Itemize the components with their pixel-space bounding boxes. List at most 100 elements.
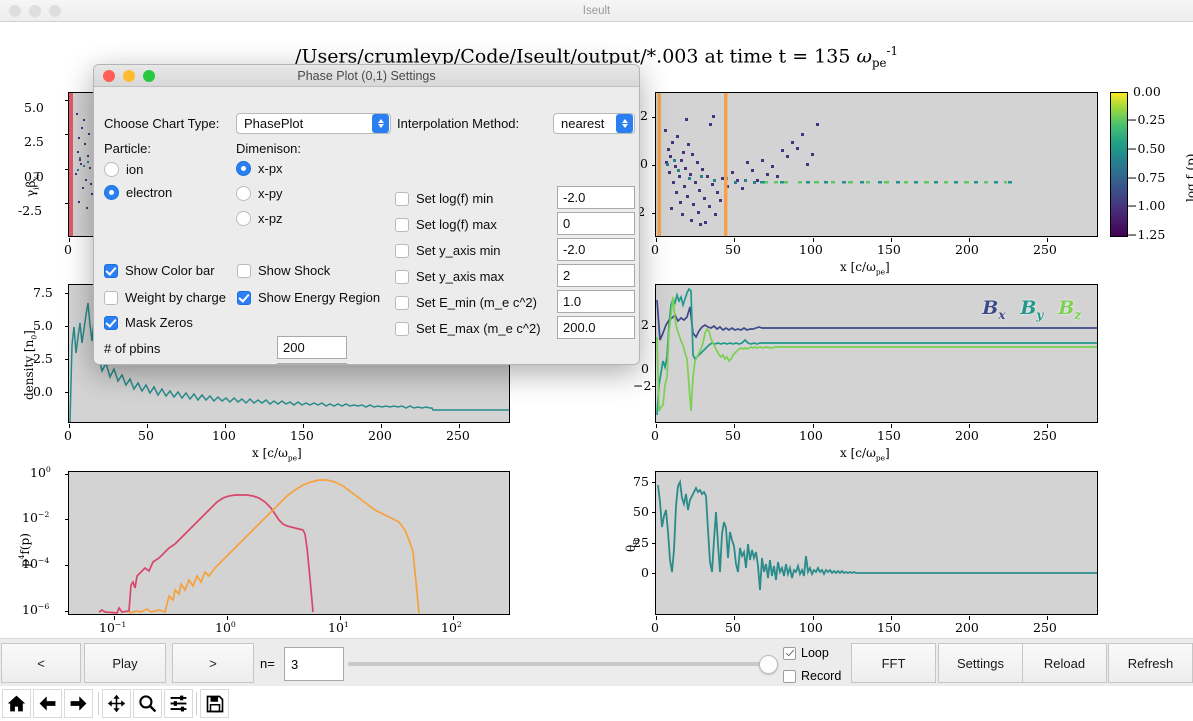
- label-show-shock: Show Shock: [258, 263, 331, 278]
- chevron-updown-icon[interactable]: [372, 114, 389, 133]
- check-yaxis-max[interactable]: Set y_axis max: [395, 269, 504, 284]
- spectrum-lines: [98, 479, 420, 614]
- matplotlib-nav-toolbar: x=86.4908 y=-8.99306 []: [0, 686, 1193, 721]
- ion-ytick-1: 2.5: [24, 134, 44, 149]
- zoom-button[interactable]: [133, 689, 162, 718]
- checkbox-yaxis-max: [395, 269, 409, 284]
- value-pbins: 200: [283, 340, 305, 355]
- value-yaxis-min: -2.0: [563, 242, 586, 257]
- checkbox-mask-zeros: [104, 315, 118, 330]
- pan-button[interactable]: [102, 689, 131, 718]
- check-show-energy-region[interactable]: Show Energy Region: [237, 290, 380, 305]
- check-emax[interactable]: Set E_max (m_e c^2): [395, 321, 541, 336]
- check-record[interactable]: Record: [783, 669, 841, 683]
- density-xlabel: x [c/ωpe]: [252, 446, 302, 463]
- label-yaxis-max: Set y_axis max: [416, 269, 505, 284]
- input-logf-max[interactable]: 0: [557, 212, 635, 235]
- radio-dot-x-px: [236, 161, 251, 176]
- label-logf-max: Set log(f) max: [416, 217, 497, 232]
- chevron-updown-icon-2[interactable]: [616, 114, 633, 133]
- input-yaxis-min[interactable]: -2.0: [557, 238, 635, 261]
- check-yaxis-min[interactable]: Set y_axis min: [395, 243, 501, 258]
- chart-type-select[interactable]: PhasePlot: [236, 113, 391, 134]
- check-show-color-bar[interactable]: Show Color bar: [104, 263, 215, 278]
- value-logf-min: -2.0: [563, 190, 586, 205]
- fft-button[interactable]: FFT: [851, 643, 936, 683]
- spectrum-ytick-1: 10−2: [22, 510, 50, 526]
- panel-spectrum[interactable]: [65, 471, 510, 620]
- panel-theta-b[interactable]: [652, 471, 1098, 620]
- check-show-shock[interactable]: Show Shock: [237, 263, 330, 278]
- check-weight-by-charge[interactable]: Weight by charge: [104, 290, 226, 305]
- radio-dim-x-pz[interactable]: x-pz: [236, 211, 283, 226]
- radio-particle-electron[interactable]: electron: [104, 185, 172, 200]
- check-emin[interactable]: Set E_min (m_e c^2): [395, 295, 537, 310]
- search-icon: [139, 695, 157, 713]
- label-yaxis-min: Set y_axis min: [416, 243, 501, 258]
- radio-label-x-py: x-py: [258, 186, 283, 201]
- interp-select[interactable]: nearest: [553, 113, 635, 134]
- radio-dim-x-px[interactable]: x-px: [236, 161, 283, 176]
- figure-title-omega: ω: [856, 45, 872, 68]
- radio-label-x-pz: x-pz: [258, 211, 283, 226]
- ephase-xtick-3: 150: [877, 242, 901, 257]
- refresh-button[interactable]: Refresh: [1108, 643, 1193, 683]
- input-emax[interactable]: 200.0: [557, 316, 635, 339]
- thetab-ytick-0: 75: [633, 474, 649, 489]
- prev-button[interactable]: <: [1, 643, 81, 683]
- density-ylabel: density [n0]: [22, 330, 39, 400]
- check-loop[interactable]: Loop: [783, 646, 829, 660]
- input-pbins[interactable]: 200: [277, 336, 347, 359]
- dialog-body: Choose Chart Type: PhasePlot Interpolati…: [94, 87, 639, 364]
- cbar-tick-1: −0.25: [1127, 112, 1166, 127]
- settings-button[interactable]: Settings: [938, 643, 1023, 683]
- bfield-legend: Bx By Bz: [982, 297, 1081, 322]
- home-button[interactable]: [2, 689, 31, 718]
- radio-dim-x-py[interactable]: x-py: [236, 186, 283, 201]
- check-mask-zeros[interactable]: Mask Zeros: [104, 315, 193, 330]
- input-logf-min[interactable]: -2.0: [557, 186, 635, 209]
- radio-label-x-px: x-px: [258, 161, 283, 176]
- input-yaxis-max[interactable]: 2: [557, 264, 635, 287]
- density-ytick-0: 7.5: [33, 285, 53, 300]
- configure-subplots-button[interactable]: [164, 689, 193, 718]
- input-xbins[interactable]: 200: [277, 363, 347, 364]
- spectrum-ytick-3: 10−6: [22, 602, 50, 618]
- save-button[interactable]: [200, 689, 229, 718]
- frame-number-input[interactable]: 3: [284, 647, 344, 681]
- thetab-ylabel: θB: [624, 539, 641, 552]
- radio-dot-x-pz: [236, 211, 251, 226]
- ephase-xtick-4: 200: [955, 242, 979, 257]
- home-icon: [7, 695, 26, 712]
- play-button[interactable]: Play: [84, 643, 166, 683]
- reload-button[interactable]: Reload: [1022, 643, 1107, 683]
- forward-button[interactable]: [64, 689, 93, 718]
- cbar-tick-3: −0.75: [1127, 170, 1166, 185]
- back-button[interactable]: [33, 689, 62, 718]
- check-logf-max[interactable]: Set log(f) max: [395, 217, 497, 232]
- density-xtick-0: 0: [64, 428, 72, 443]
- frame-slider-track[interactable]: [348, 662, 778, 666]
- thetab-xtick-5: 250: [1033, 620, 1057, 635]
- label-emin: Set E_min (m_e c^2): [416, 295, 537, 310]
- frame-slider-knob[interactable]: [759, 655, 778, 674]
- ephase-xtick-0: 0: [651, 242, 659, 257]
- radio-particle-ion[interactable]: ion: [104, 162, 143, 177]
- panel-electron-phase-space[interactable]: [652, 92, 1098, 242]
- spectrum-xtick-3: 102: [441, 620, 462, 636]
- density-xtick-1: 50: [138, 428, 154, 443]
- window-titlebar: Iseult: [0, 0, 1193, 22]
- check-logf-min[interactable]: Set log(f) min: [395, 191, 493, 206]
- next-button[interactable]: >: [172, 643, 254, 683]
- label-pbins: # of pbins: [104, 341, 161, 356]
- phase-plot-settings-dialog[interactable]: Phase Plot (0,1) Settings Choose Chart T…: [93, 64, 640, 365]
- checkbox-emax: [395, 321, 409, 336]
- radio-dot-electron: [104, 185, 119, 200]
- radio-label-ion: ion: [126, 162, 144, 177]
- input-emin[interactable]: 1.0: [557, 290, 635, 313]
- label-logf-min: Set log(f) min: [416, 191, 494, 206]
- ephase-xtick-2: 100: [799, 242, 823, 257]
- panel-magnetic-field[interactable]: Bx By Bz: [652, 284, 1098, 428]
- label-mask-zeros: Mask Zeros: [125, 315, 193, 330]
- energy-region-line-right: [724, 93, 728, 236]
